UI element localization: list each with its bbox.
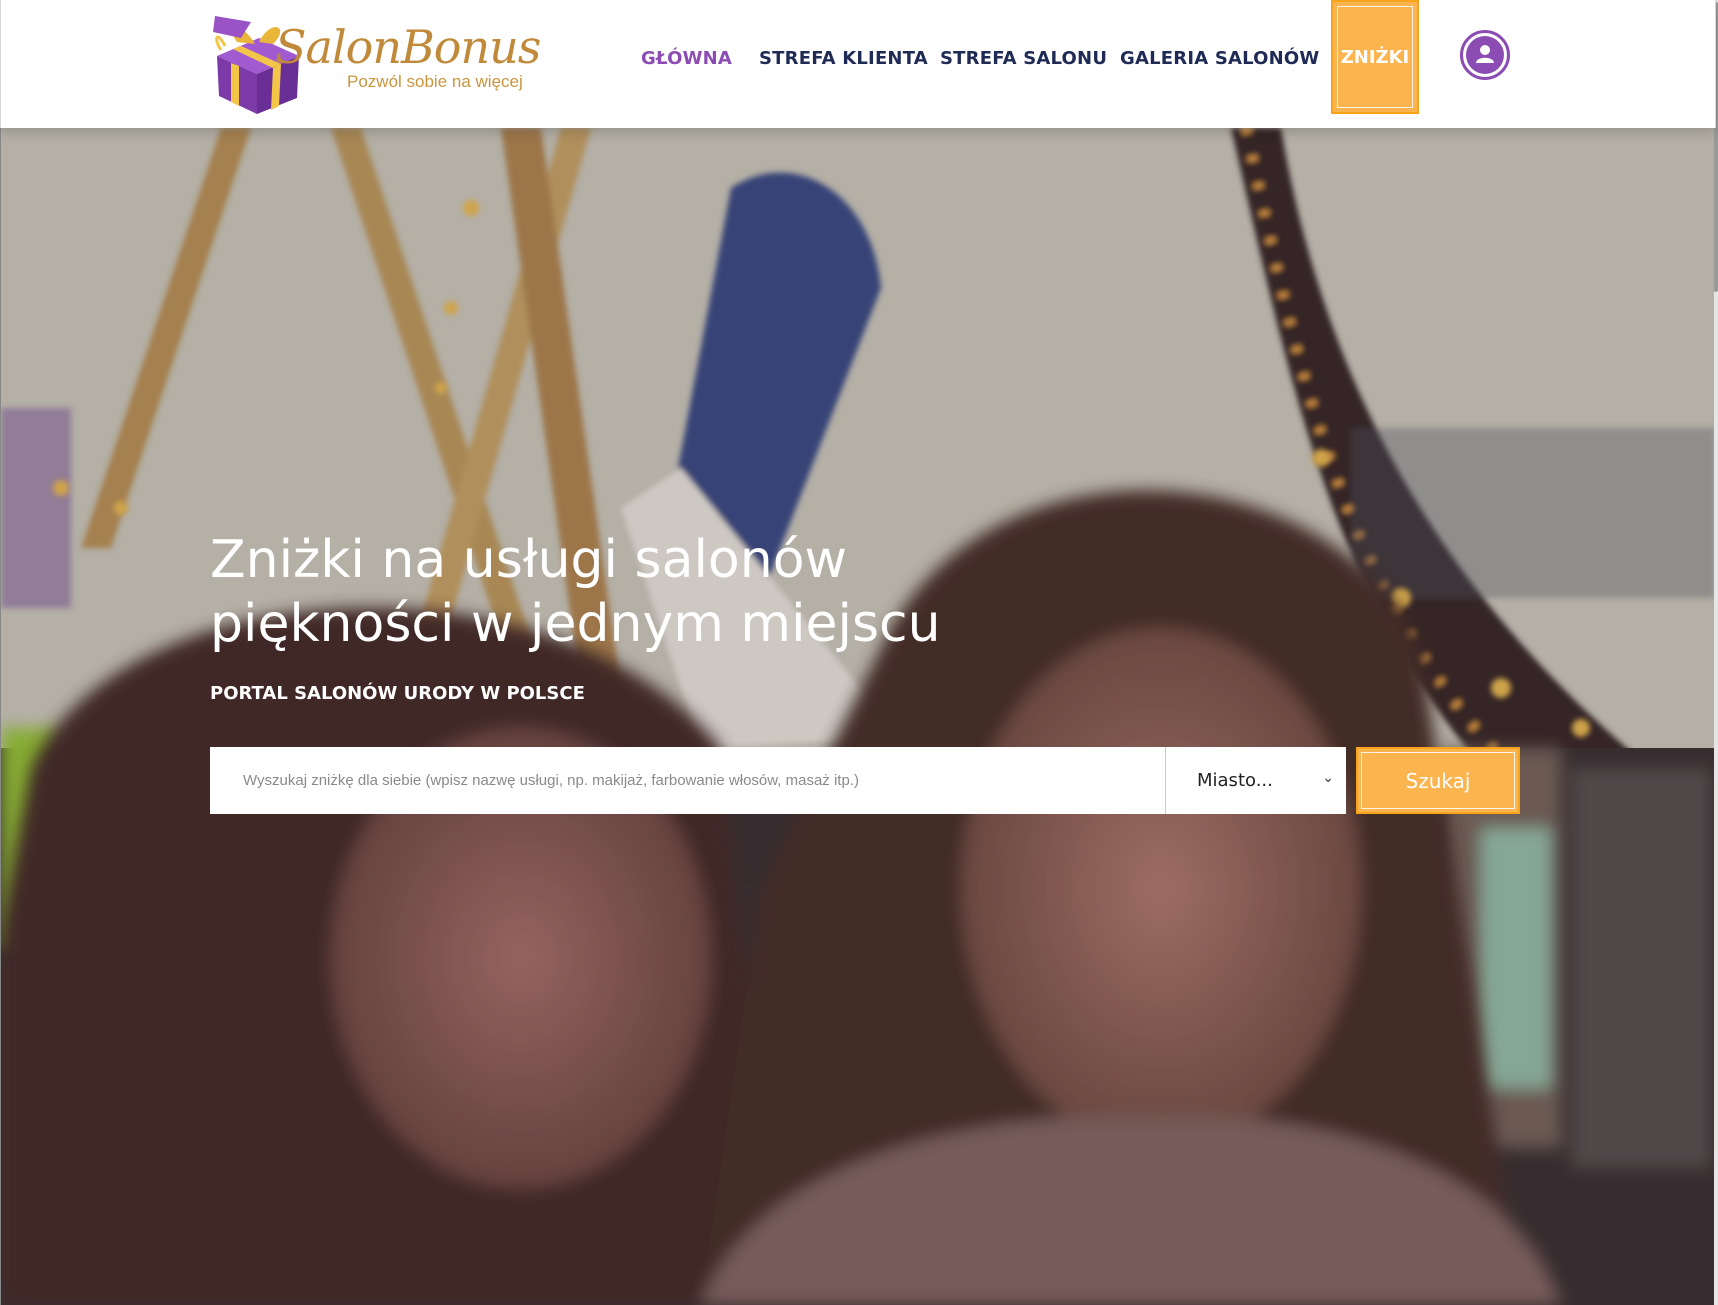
hero-title-line-1: Zniżki na usługi salonów (210, 530, 848, 590)
chevron-down-icon: ⌄ (1322, 769, 1334, 785)
search-input[interactable] (210, 747, 1165, 814)
nav-item-salon-zone[interactable]: STREFA SALONU (940, 48, 1107, 69)
nav-item-client-zone[interactable]: STREFA KLIENTA (759, 48, 928, 69)
logo-tagline: Pozwól sobie na więcej (347, 72, 523, 91)
nav-item-salon-gallery[interactable]: GALERIA SALONÓW (1120, 48, 1319, 69)
city-select[interactable]: Miasto... ⌄ (1165, 747, 1346, 814)
nav-item-home[interactable]: GŁÓWNA (641, 48, 732, 69)
user-account-button[interactable] (1460, 30, 1510, 80)
hero-title-line-2: piękności w jednym miejscu (210, 594, 941, 654)
logo-wordmark: SalonBonus (275, 20, 541, 74)
hero-section: Zniżki na usługi salonów piękności w jed… (0, 128, 1715, 1305)
page: SalonBonus Pozwól sobie na więcej GŁÓWNA… (0, 0, 1718, 1305)
city-select-value: Miasto... (1197, 770, 1273, 791)
site-header: SalonBonus Pozwól sobie na więcej GŁÓWNA… (0, 0, 1716, 128)
page-scrollbar[interactable] (1714, 0, 1718, 1305)
hero-subtitle: PORTAL SALONÓW URODY W POLSCE (210, 683, 585, 704)
nav-item-discounts-label: ZNIŻKI (1340, 46, 1410, 68)
nav-item-discounts[interactable]: ZNIŻKI (1331, 0, 1419, 114)
site-logo[interactable]: SalonBonus Pozwól sobie na więcej (211, 16, 541, 116)
search-button-label: Szukaj (1361, 752, 1515, 809)
hero-overlay (1, 128, 1715, 1305)
search-button[interactable]: Szukaj (1356, 747, 1520, 814)
hero-title: Zniżki na usługi salonów piękności w jed… (210, 528, 1010, 656)
user-icon (1466, 36, 1504, 74)
